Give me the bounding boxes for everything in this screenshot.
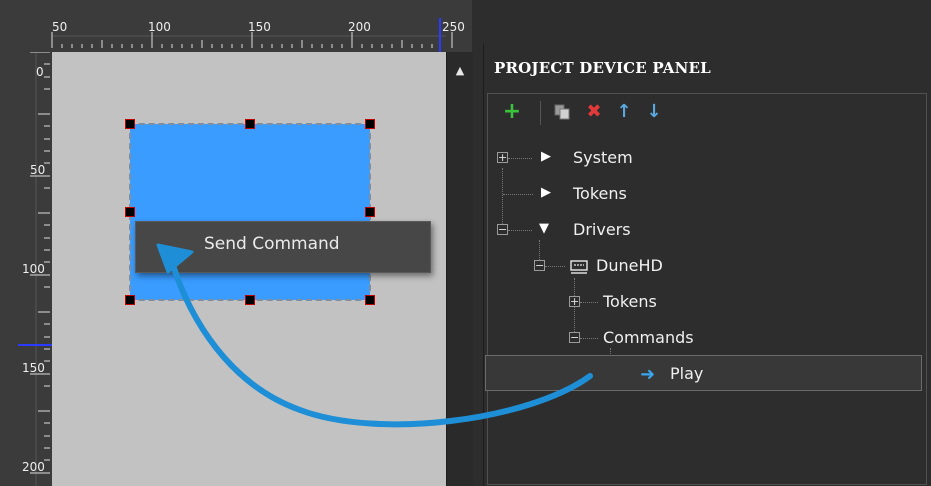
caret-right-icon: ▶ (541, 149, 551, 164)
tree-item-label: System (573, 148, 633, 167)
collapse-icon[interactable]: − (534, 260, 545, 271)
top-ruler-label: 150 (248, 20, 271, 34)
vertical-scrollbar[interactable]: ▲ (446, 52, 473, 486)
arrow-up-icon[interactable]: ↑ (612, 100, 636, 124)
tree-item-label: Tokens (573, 184, 627, 203)
top-ruler-label: 250 (442, 20, 465, 34)
send-command-label: Send Command (204, 234, 340, 254)
tree-item-label: Commands (603, 328, 694, 347)
arrow-right-icon: ➜ (640, 364, 656, 385)
left-ruler-label: 100 (22, 262, 45, 276)
resize-handle[interactable] (365, 295, 375, 305)
tree-item-label: Tokens (603, 292, 657, 311)
vertical-ruler: 0 50 100 150 200 (0, 52, 52, 486)
tree-item-dunehd[interactable]: − DuneHD (490, 251, 910, 281)
left-ruler-label: 50 (30, 163, 46, 177)
expand-icon[interactable]: + (497, 152, 508, 163)
tree-item-drivers[interactable]: − ▼ Drivers (490, 215, 910, 245)
resize-handle[interactable] (365, 207, 375, 217)
tree-item-label: Drivers (573, 220, 631, 239)
drop-tooltip: Send Command (135, 221, 431, 273)
tree-item-play[interactable]: ➜ Play (490, 359, 910, 389)
panel-title: PROJECT DEVICE PANEL (494, 59, 711, 77)
tree-item-tokens[interactable]: ▶ Tokens (490, 179, 910, 209)
caret-down-icon: ▼ (539, 221, 549, 236)
resize-handle[interactable] (125, 119, 135, 129)
top-ruler-label: 50 (52, 20, 68, 34)
horizontal-ruler: 50 100 150 200 250 (0, 0, 472, 52)
toolbar-separator (540, 101, 541, 125)
resize-handle[interactable] (125, 295, 135, 305)
arrow-down-icon[interactable]: ↓ (642, 100, 666, 124)
caret-right-icon: ▶ (541, 185, 551, 200)
panel-toolbar: + ✖ ↑ ↓ (488, 94, 926, 134)
resize-handle[interactable] (125, 207, 135, 217)
resize-handle[interactable] (365, 119, 375, 129)
collapse-icon[interactable]: − (569, 332, 580, 343)
plus-icon[interactable]: + (500, 100, 524, 124)
tree-item-commands[interactable]: − Commands (490, 323, 910, 353)
tree-item-label: DuneHD (596, 256, 663, 275)
delete-icon[interactable]: ✖ (582, 100, 606, 124)
expand-icon[interactable]: + (569, 296, 580, 307)
tree-item-label: Play (670, 364, 704, 383)
left-ruler-label: 0 (36, 65, 44, 79)
device-icon (570, 259, 588, 278)
copy-icon[interactable] (550, 100, 574, 124)
top-ruler-label: 100 (148, 20, 171, 34)
top-ruler-label: 200 (348, 20, 371, 34)
resize-handle[interactable] (245, 295, 255, 305)
selected-widget[interactable] (129, 123, 371, 301)
tree-item-system[interactable]: + ▶ System (490, 143, 910, 173)
resize-handle[interactable] (245, 119, 255, 129)
left-ruler-label: 200 (22, 460, 45, 474)
collapse-icon[interactable]: − (497, 224, 508, 235)
tree-item-device-tokens[interactable]: + Tokens (490, 287, 910, 317)
left-ruler-label: 150 (22, 361, 45, 375)
scroll-up-arrow-icon[interactable]: ▲ (447, 64, 473, 80)
